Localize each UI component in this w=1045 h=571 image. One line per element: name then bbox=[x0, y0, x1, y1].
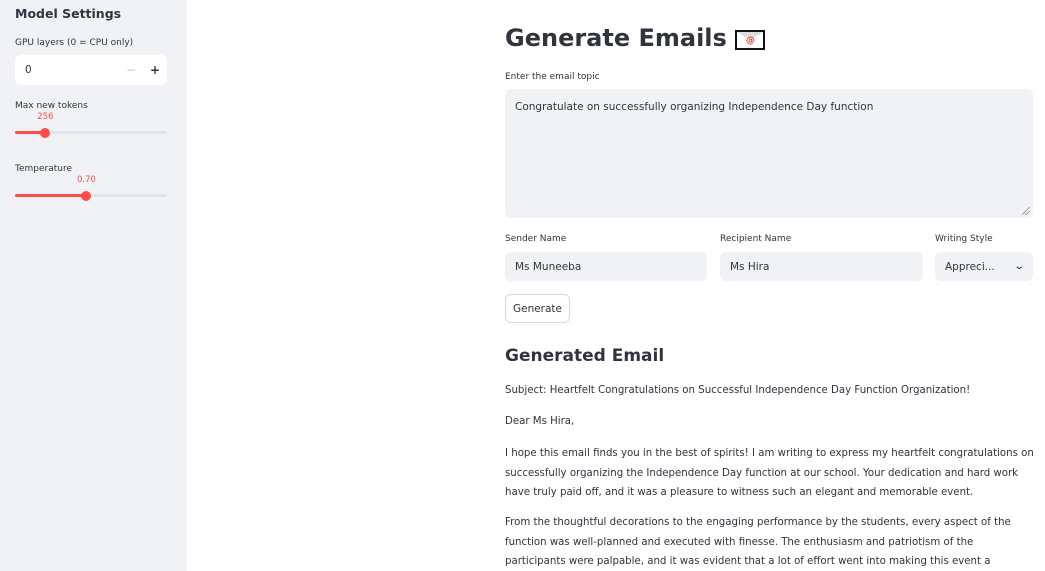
decrement-button[interactable]: − bbox=[119, 55, 143, 85]
email-greeting: Dear Ms Hira, bbox=[505, 416, 575, 427]
writing-style-value[interactable]: Appreci... bbox=[945, 261, 995, 273]
slider-fill bbox=[15, 194, 87, 197]
generate-button[interactable]: Generate bbox=[505, 294, 570, 323]
writing-style-select[interactable]: Appreci... ⌄ bbox=[935, 252, 1033, 281]
sidebar-title: Model Settings bbox=[15, 6, 122, 21]
recipient-input[interactable]: Ms Hira bbox=[720, 252, 923, 281]
gpu-layers-input[interactable]: 0 − + bbox=[15, 55, 167, 85]
sender-input[interactable]: Ms Muneeba bbox=[505, 252, 707, 281]
max-tokens-label: Max new tokens bbox=[15, 101, 88, 111]
sidebar: Model Settings GPU layers (0 = CPU only)… bbox=[0, 0, 187, 571]
recipient-label: Recipient Name bbox=[720, 234, 792, 244]
chevron-down-icon[interactable]: ⌄ bbox=[1013, 261, 1025, 272]
envelope-icon: @ bbox=[734, 30, 765, 50]
topic-textarea[interactable]: Congratulate on successfully organizing … bbox=[505, 89, 1033, 218]
slider-thumb[interactable] bbox=[81, 190, 92, 201]
email-paragraph-1: I hope this email finds you in the best … bbox=[505, 448, 1034, 498]
page-title-text: Generate Emails bbox=[505, 24, 727, 52]
gpu-layers-label: GPU layers (0 = CPU only) bbox=[15, 38, 134, 48]
slider-thumb[interactable] bbox=[40, 127, 51, 138]
writing-style-label: Writing Style bbox=[935, 234, 993, 244]
increment-button[interactable]: + bbox=[143, 55, 167, 85]
max-tokens-value: 256 bbox=[37, 112, 54, 122]
temperature-label: Temperature bbox=[15, 164, 73, 174]
resize-handle-icon[interactable] bbox=[1022, 207, 1030, 215]
topic-text[interactable]: Congratulate on successfully organizing … bbox=[515, 101, 873, 113]
email-subject: Subject: Heartfelt Congratulations on Su… bbox=[505, 385, 971, 396]
email-paragraph-2: From the thoughtful decorations to the e… bbox=[505, 517, 1011, 567]
at-sign-glyph: @ bbox=[745, 36, 755, 46]
generated-email-heading: Generated Email bbox=[505, 346, 665, 366]
temperature-value: 0.70 bbox=[76, 175, 96, 185]
sender-label: Sender Name bbox=[505, 234, 567, 244]
gpu-layers-value[interactable]: 0 bbox=[15, 64, 119, 76]
page-title: Generate Emails @ bbox=[505, 24, 765, 52]
topic-label: Enter the email topic bbox=[505, 72, 600, 82]
